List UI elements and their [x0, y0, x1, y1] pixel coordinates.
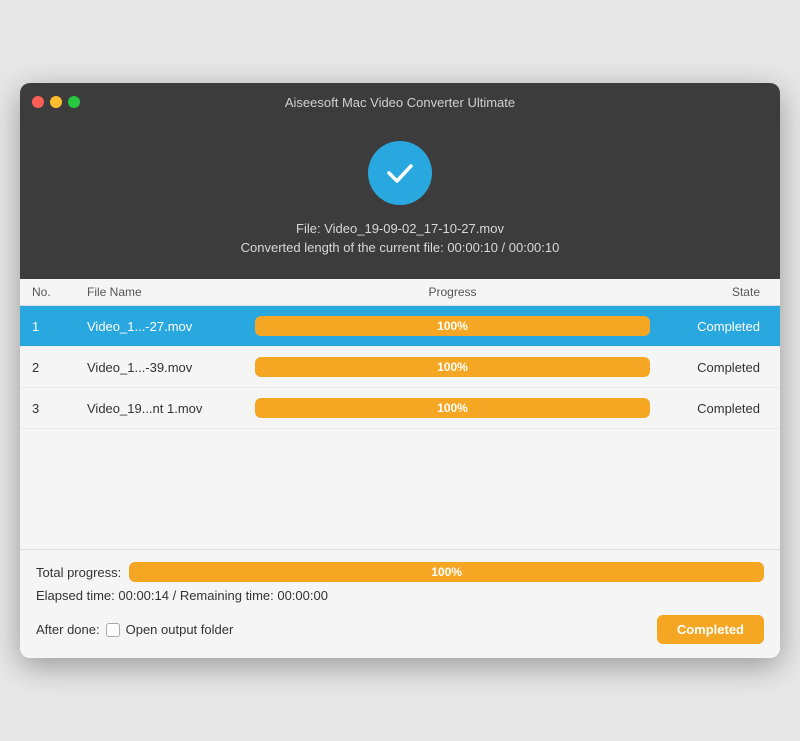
total-progress-row: Total progress: 100% [36, 562, 764, 582]
row-progress-container: 100% [247, 357, 658, 377]
row-filename: Video_1...-27.mov [87, 319, 247, 334]
table-row[interactable]: 2 Video_1...-39.mov 100% Completed [20, 347, 780, 388]
window-title: Aiseesoft Mac Video Converter Ultimate [285, 95, 515, 110]
row-filename: Video_19...nt 1.mov [87, 401, 247, 416]
total-progress-bar-fill: 100% [129, 562, 764, 582]
open-folder-label: Open output folder [126, 622, 234, 637]
after-done-label: After done: [36, 622, 100, 637]
progress-bar-fill: 100% [255, 398, 650, 418]
row-state: Completed [658, 401, 768, 416]
progress-bar-background: 100% [255, 357, 650, 377]
row-filename: Video_1...-39.mov [87, 360, 247, 375]
row-number: 1 [32, 319, 87, 334]
after-done-left: After done: Open output folder [36, 622, 233, 637]
total-progress-bar-background: 100% [129, 562, 764, 582]
header-section: File: Video_19-09-02_17-10-27.mov Conver… [20, 121, 780, 279]
header-file-label: File: Video_19-09-02_17-10-27.mov [296, 221, 504, 236]
total-progress-label: Total progress: [36, 565, 121, 580]
table-row[interactable]: 1 Video_1...-27.mov 100% Completed [20, 306, 780, 347]
row-number: 3 [32, 401, 87, 416]
progress-bar-background: 100% [255, 316, 650, 336]
header-length-label: Converted length of the current file: 00… [241, 240, 560, 255]
minimize-button[interactable] [50, 96, 62, 108]
elapsed-time-label: Elapsed time: 00:00:14 / Remaining time:… [36, 588, 764, 603]
table-header: No. File Name Progress State [20, 279, 780, 306]
row-progress-container: 100% [247, 398, 658, 418]
completed-button[interactable]: Completed [657, 615, 764, 644]
traffic-lights [32, 96, 80, 108]
completion-icon [368, 141, 432, 205]
app-window: Aiseesoft Mac Video Converter Ultimate F… [20, 83, 780, 658]
checkmark-icon [382, 155, 418, 191]
progress-bar-label: 100% [437, 360, 468, 374]
after-done-row: After done: Open output folder Completed [36, 615, 764, 658]
total-progress-bar-label: 100% [431, 565, 462, 579]
title-bar: Aiseesoft Mac Video Converter Ultimate [20, 83, 780, 121]
col-header-filename: File Name [87, 285, 247, 299]
progress-bar-fill: 100% [255, 357, 650, 377]
bottom-section: Total progress: 100% Elapsed time: 00:00… [20, 549, 780, 658]
row-number: 2 [32, 360, 87, 375]
col-header-no: No. [32, 285, 87, 299]
row-state: Completed [658, 319, 768, 334]
maximize-button[interactable] [68, 96, 80, 108]
progress-bar-label: 100% [437, 401, 468, 415]
col-header-progress: Progress [247, 285, 658, 299]
table-empty-area [20, 429, 780, 549]
close-button[interactable] [32, 96, 44, 108]
col-header-state: State [658, 285, 768, 299]
progress-bar-background: 100% [255, 398, 650, 418]
progress-bar-fill: 100% [255, 316, 650, 336]
file-table: No. File Name Progress State 1 Video_1..… [20, 279, 780, 549]
progress-bar-label: 100% [437, 319, 468, 333]
open-folder-checkbox[interactable] [106, 623, 120, 637]
table-row[interactable]: 3 Video_19...nt 1.mov 100% Completed [20, 388, 780, 429]
row-progress-container: 100% [247, 316, 658, 336]
row-state: Completed [658, 360, 768, 375]
